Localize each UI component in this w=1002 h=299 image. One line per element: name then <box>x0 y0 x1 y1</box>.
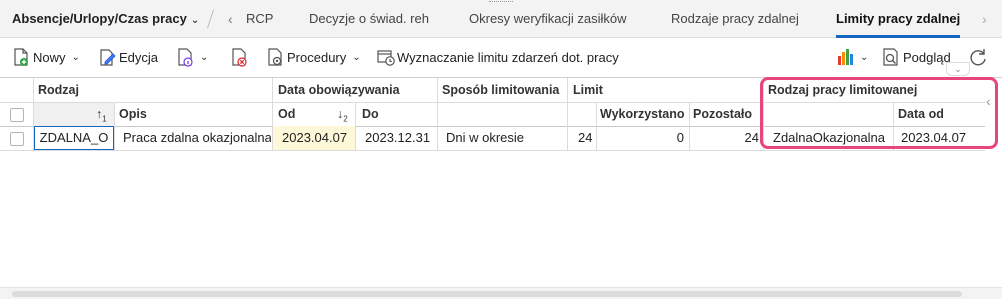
cell-opis[interactable]: Praca zdalna okazjonalna <box>123 126 271 150</box>
tab-divider <box>206 9 215 29</box>
column-divider <box>437 78 438 150</box>
header-divider <box>0 102 985 103</box>
bar-chart-icon <box>836 47 854 67</box>
data-grid: Rodzaj Data obowiązywania Sposób limitow… <box>0 77 1002 287</box>
sort-asc-1-icon[interactable]: ↑1 <box>96 102 114 126</box>
delete-button[interactable] <box>230 46 248 68</box>
tab-decyzje[interactable]: Decyzje o świad. reh <box>309 0 429 38</box>
edit-button[interactable]: Edycja <box>98 46 158 68</box>
scrollbar-thumb[interactable] <box>12 291 962 297</box>
column-header-data-od[interactable]: Data od <box>898 102 978 126</box>
tab-bar: Absencje/Urlopy/Czas pracy ⌄ ‹ RCP Decyzj… <box>0 0 1002 38</box>
tab-okresy-weryfikacji[interactable]: Okresy weryfikacji zasiłków <box>469 0 626 38</box>
column-divider <box>567 78 568 150</box>
cell-od[interactable]: 2023.04.07 <box>273 126 355 150</box>
cell-wykorzystano[interactable]: 0 <box>600 126 684 150</box>
preview-icon <box>882 47 900 67</box>
chart-button[interactable]: ⌄ <box>836 46 868 68</box>
procedures-button-label: Procedury <box>287 49 347 65</box>
chevron-down-icon: ⌄ <box>190 15 200 26</box>
limit-events-button[interactable]: Wyznaczanie limitu zdarzeń dot. pracy <box>376 46 619 68</box>
chevron-down-icon: ⌄ <box>352 51 361 63</box>
new-document-icon <box>12 47 30 67</box>
group-header-rodzaj-pracy[interactable]: Rodzaj pracy limitowanej <box>768 78 968 102</box>
chevron-left-icon[interactable]: ‹ <box>228 0 233 38</box>
group-header-rodzaj[interactable]: Rodzaj <box>38 78 268 102</box>
chevron-right-icon[interactable]: › <box>982 0 987 38</box>
new-button[interactable]: Nowy ⌄ <box>12 46 80 68</box>
column-divider <box>596 102 597 150</box>
group-header-limit[interactable]: Limit <box>573 78 753 102</box>
refresh-icon <box>968 47 986 67</box>
limit-events-button-label: Wyznaczanie limitu zdarzeń dot. pracy <box>397 49 619 65</box>
new-button-label: Nowy <box>33 49 66 65</box>
tab-group-selector[interactable]: Absencje/Urlopy/Czas pracy ⌄ <box>12 0 199 38</box>
edit-icon <box>98 47 116 67</box>
column-header-wykorzystano[interactable]: Wykorzystano <box>600 102 688 126</box>
calendar-clock-icon <box>376 47 395 67</box>
chevron-down-icon: ⌄ <box>200 51 209 63</box>
info-button[interactable]: ⌄ <box>176 46 208 68</box>
chevron-left-icon[interactable]: ‹ <box>986 93 991 109</box>
horizontal-scrollbar[interactable] <box>0 287 1002 299</box>
column-divider <box>763 78 764 150</box>
preview-button[interactable]: Podgląd <box>882 46 951 68</box>
cell-sposob[interactable]: Dni w okresie <box>446 126 564 150</box>
column-header-opis[interactable]: Opis <box>119 102 269 126</box>
cell-rodzaj[interactable]: ZDALNA_O <box>34 126 114 150</box>
column-divider <box>893 102 894 150</box>
tab-rodzaje-pracy-zdalnej[interactable]: Rodzaje pracy zdalnej <box>671 0 799 38</box>
row-checkbox[interactable] <box>10 132 24 146</box>
column-divider <box>689 102 690 150</box>
group-header-sposob-limitowania[interactable]: Sposób limitowania <box>442 78 567 102</box>
procedures-button[interactable]: Procedury ⌄ <box>266 46 361 68</box>
toolbar: Nowy ⌄ Edycja ⌄ Procedury ⌄ Wyznaczanie … <box>0 38 1002 76</box>
document-info-icon <box>176 47 194 67</box>
column-divider <box>114 102 115 150</box>
cell-rodzaj-pracy[interactable]: ZdalnaOkazjonalna <box>773 126 891 150</box>
cell-do[interactable]: 2023.12.31 <box>365 126 435 150</box>
tab-group-label: Absencje/Urlopy/Czas pracy <box>12 11 187 26</box>
cell-pozostalo[interactable]: 24 <box>693 126 759 150</box>
column-header-pozostalo[interactable]: Pozostało <box>693 102 759 126</box>
tab-limity-pracy-zdalnej[interactable]: Limity pracy zdalnej <box>836 0 961 38</box>
column-header-do[interactable]: Do <box>362 102 432 126</box>
column-divider <box>355 102 356 150</box>
cell-limit[interactable]: 24 <box>578 126 596 150</box>
chevron-down-icon: ⌄ <box>71 51 80 63</box>
edit-button-label: Edycja <box>119 49 159 65</box>
group-header-data-obowiazywania[interactable]: Data obowiązywania <box>278 78 433 102</box>
column-header-od[interactable]: Od <box>278 102 328 126</box>
collapse-toolbar-button[interactable]: ⌄ <box>946 62 970 76</box>
row-divider <box>0 150 985 151</box>
sort-desc-2-icon[interactable]: ↓2 <box>337 102 357 126</box>
cell-data-od[interactable]: 2023.04.07 <box>901 126 981 150</box>
preview-button-label: Podgląd <box>903 49 951 65</box>
chevron-down-icon: ⌄ <box>860 51 869 63</box>
refresh-button[interactable] <box>968 46 986 68</box>
document-delete-icon <box>230 47 248 67</box>
tab-rcp[interactable]: RCP <box>246 0 273 38</box>
select-all-checkbox[interactable] <box>10 108 24 122</box>
procedures-icon <box>266 47 284 67</box>
